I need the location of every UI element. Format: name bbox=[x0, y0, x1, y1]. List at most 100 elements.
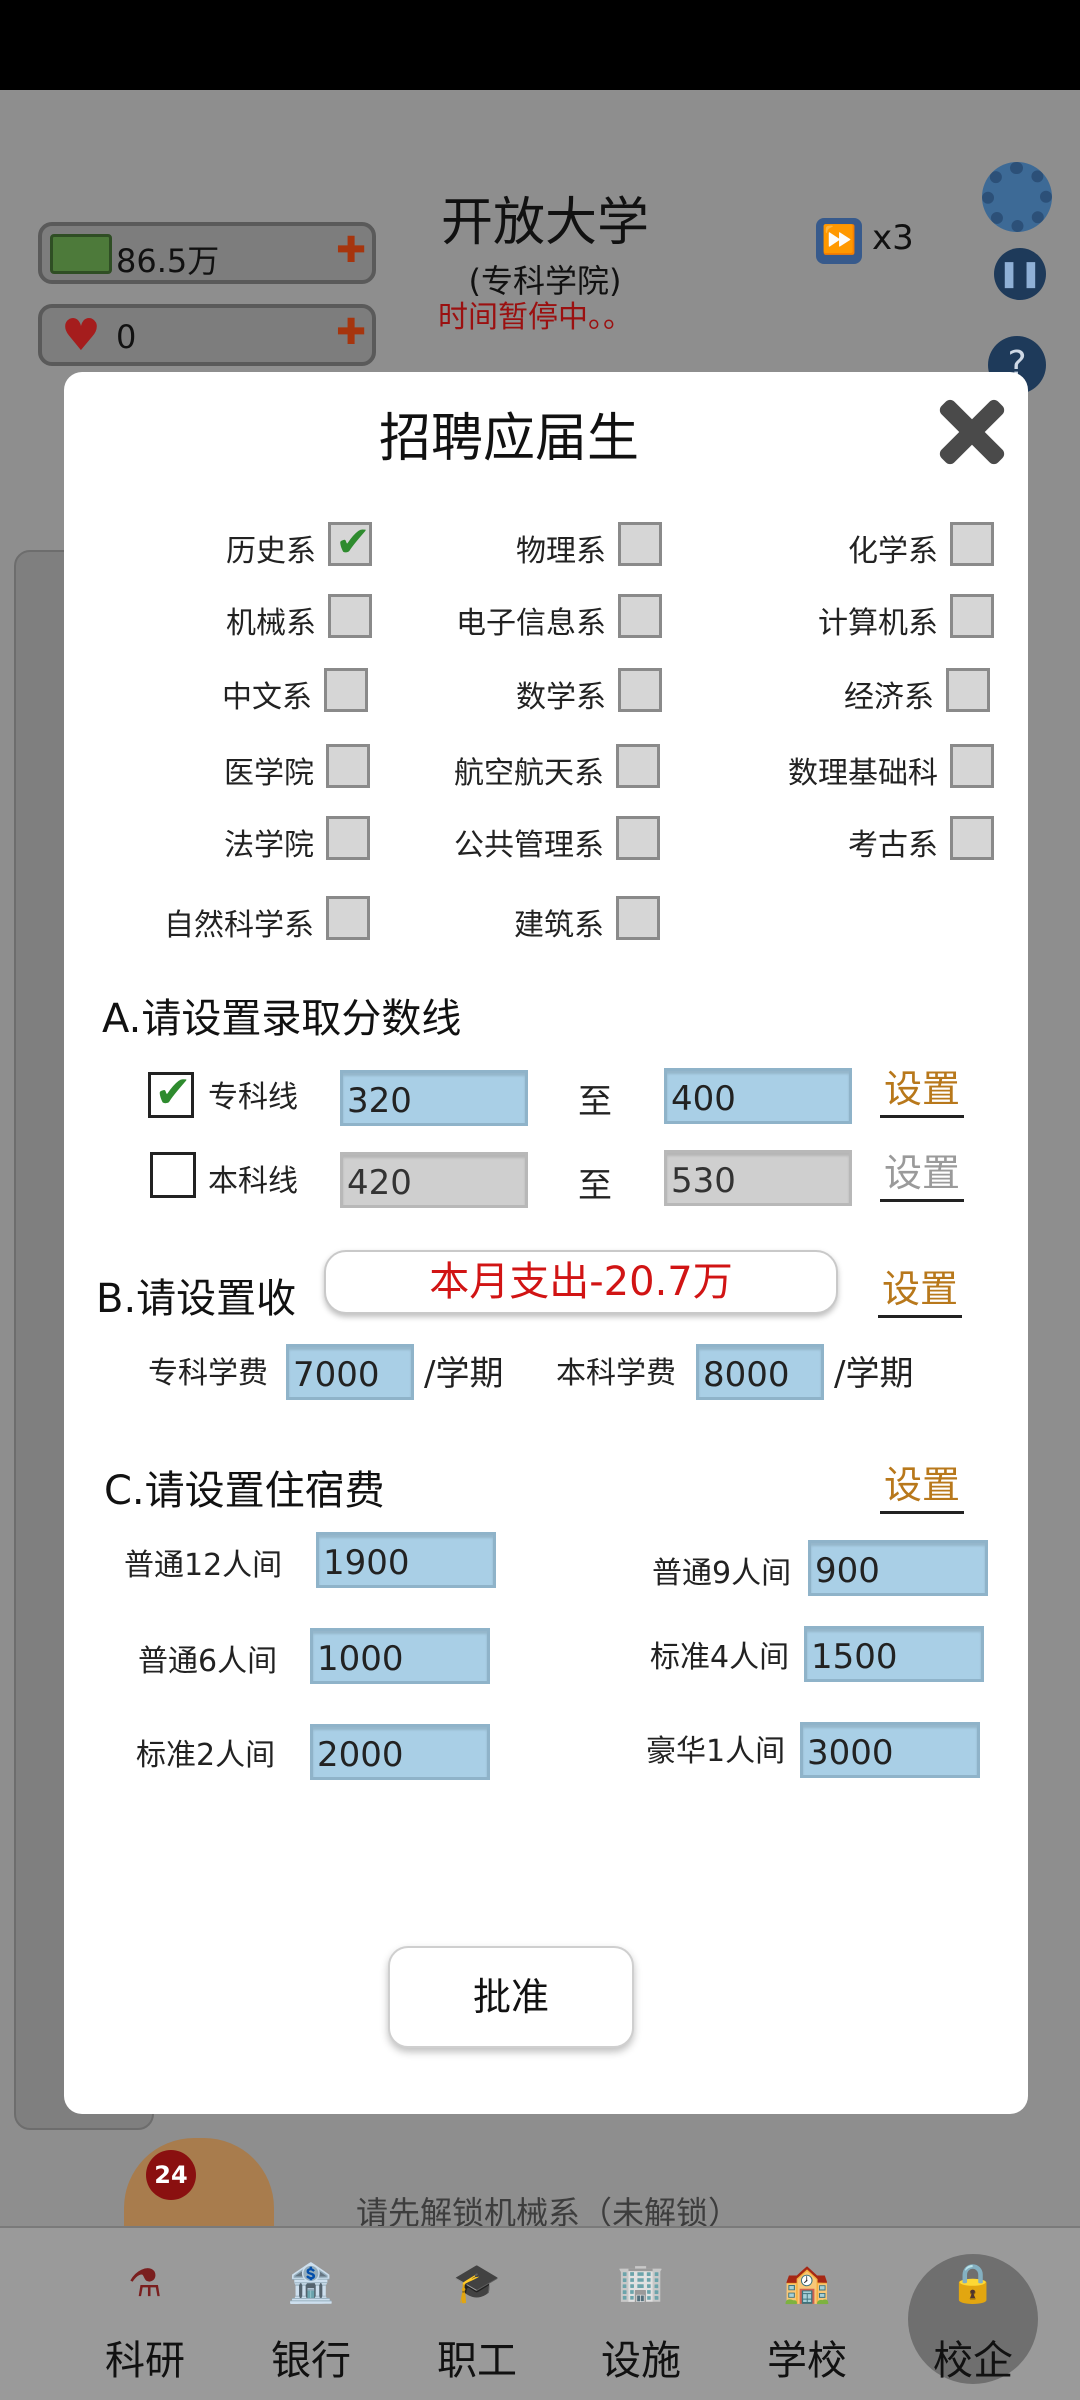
room-2-input[interactable]: 2000 bbox=[310, 1724, 490, 1780]
dept-mechanical[interactable]: 机械系 bbox=[84, 594, 372, 641]
approve-button[interactable]: 批准 bbox=[388, 1946, 634, 2048]
nav-label: 职工 bbox=[437, 2338, 517, 2384]
lab-flask-icon: ⚗ bbox=[127, 2261, 163, 2305]
benke-fee-input[interactable]: 8000 bbox=[696, 1344, 824, 1400]
checkbox[interactable] bbox=[950, 522, 994, 566]
gear-icon[interactable] bbox=[982, 162, 1052, 232]
add-reputation-icon[interactable]: ✚ bbox=[336, 315, 366, 351]
zhuanke-line-label: 专科线 bbox=[208, 1080, 298, 1115]
bottom-nav: ⚗ 科研 🏦 银行 🎓 职工 🏢 设施 🏫 学校 🔒 校企 bbox=[0, 2226, 1080, 2400]
nav-item-research[interactable]: ⚗ 科研 bbox=[70, 2228, 220, 2400]
dept-natural-science[interactable]: 自然科学系 bbox=[64, 896, 370, 943]
checkbox[interactable] bbox=[618, 522, 662, 566]
zhuanke-line-checkbox[interactable] bbox=[148, 1067, 195, 1118]
nav-item-enterprise[interactable]: 🔒 校企 bbox=[898, 2228, 1048, 2400]
checkbox[interactable] bbox=[324, 668, 368, 712]
room-9-input[interactable]: 900 bbox=[808, 1540, 988, 1596]
dept-economics[interactable]: 经济系 bbox=[684, 668, 990, 715]
dept-chinese[interactable]: 中文系 bbox=[84, 668, 368, 715]
checkbox[interactable] bbox=[618, 668, 662, 712]
set-benke-line-button: 设置 bbox=[880, 1142, 965, 1202]
checkbox[interactable] bbox=[950, 594, 994, 638]
dept-history[interactable]: 历史系 bbox=[84, 517, 375, 569]
nav-label: 科研 bbox=[105, 2338, 185, 2384]
lock-icon: 🔒 bbox=[949, 2261, 997, 2305]
checkbox[interactable] bbox=[946, 668, 990, 712]
heart-icon: ♥ bbox=[61, 310, 101, 361]
buildings-icon: 🏢 bbox=[617, 2261, 665, 2305]
section-a-title: A.请设置录取分数线 bbox=[102, 996, 462, 1042]
paused-status: 时间暂停中。。 bbox=[438, 300, 633, 335]
bank-icon: 🏦 bbox=[287, 2261, 335, 2305]
dialog-title: 招聘应届生 bbox=[378, 409, 639, 469]
room-label: 标准4人间 bbox=[650, 1640, 790, 1675]
set-score-line-button[interactable]: 设置 bbox=[880, 1058, 965, 1118]
checkbox[interactable] bbox=[616, 744, 660, 788]
nav-item-staff[interactable]: 🎓 职工 bbox=[402, 2228, 552, 2400]
zhuanke-min-input[interactable]: 320 bbox=[340, 1070, 528, 1126]
room-1-input[interactable]: 3000 bbox=[800, 1722, 980, 1778]
benke-line-label: 本科线 bbox=[208, 1164, 298, 1199]
section-b-title: B.请设置收 bbox=[96, 1276, 297, 1322]
nav-label: 校企 bbox=[933, 2338, 1013, 2384]
checkbox[interactable] bbox=[618, 594, 662, 638]
checkbox[interactable] bbox=[950, 816, 994, 860]
fast-forward-icon[interactable]: ⏩ bbox=[816, 218, 862, 264]
to-label: 至 bbox=[578, 1082, 612, 1122]
recruit-dialog: 招聘应届生 历史系 物理系 化学系 机械系 电子信息系 计算机系 中文系 数学系… bbox=[64, 372, 1028, 2114]
support-badge: 24 bbox=[146, 2150, 196, 2200]
dept-public-admin[interactable]: 公共管理系 bbox=[364, 816, 660, 863]
dept-physics[interactable]: 物理系 bbox=[364, 522, 662, 569]
room-label: 标准2人间 bbox=[136, 1738, 276, 1773]
nav-item-bank[interactable]: 🏦 银行 bbox=[236, 2228, 386, 2400]
dept-architecture[interactable]: 建筑系 bbox=[364, 896, 660, 943]
checkbox[interactable] bbox=[616, 896, 660, 940]
dept-law[interactable]: 法学院 bbox=[84, 816, 370, 863]
nav-item-facilities[interactable]: 🏢 设施 bbox=[566, 2228, 716, 2400]
per-term-label: /学期 bbox=[424, 1354, 504, 1394]
to-label: 至 bbox=[578, 1166, 612, 1206]
section-c-title: C.请设置住宿费 bbox=[104, 1468, 385, 1514]
benke-line-checkbox[interactable] bbox=[150, 1152, 196, 1198]
checkbox[interactable] bbox=[616, 816, 660, 860]
dept-archaeology[interactable]: 考古系 bbox=[684, 816, 994, 863]
speed-label: x3 bbox=[872, 218, 914, 258]
status-bar bbox=[0, 0, 1080, 90]
dept-chemistry[interactable]: 化学系 bbox=[684, 522, 994, 569]
dept-electronics[interactable]: 电子信息系 bbox=[364, 594, 662, 641]
room-label: 普通12人间 bbox=[124, 1548, 283, 1583]
nav-label: 银行 bbox=[271, 2338, 351, 2384]
dept-aerospace[interactable]: 航空航天系 bbox=[364, 744, 660, 791]
zhuanke-max-input[interactable]: 400 bbox=[664, 1068, 852, 1124]
school-icon: 🏫 bbox=[783, 2261, 831, 2305]
money-value: 86.5万 bbox=[116, 242, 220, 280]
room-12-input[interactable]: 1900 bbox=[316, 1532, 496, 1588]
benke-min-input: 420 bbox=[340, 1152, 528, 1208]
room-4-input[interactable]: 1500 bbox=[804, 1626, 984, 1682]
benke-max-input: 530 bbox=[664, 1150, 852, 1206]
nav-item-school[interactable]: 🏫 学校 bbox=[732, 2228, 882, 2400]
add-money-icon[interactable]: ✚ bbox=[336, 233, 366, 269]
reputation-bar: ♥ 0 ✚ bbox=[38, 304, 376, 366]
close-icon[interactable] bbox=[932, 392, 1012, 472]
dept-basic-science[interactable]: 数理基础科 bbox=[684, 744, 994, 791]
reputation-value: 0 bbox=[116, 318, 137, 356]
zhuanke-fee-input[interactable]: 7000 bbox=[286, 1344, 414, 1400]
money-bar: 86.5万 ✚ bbox=[38, 222, 376, 284]
zhuanke-fee-label: 专科学费 bbox=[148, 1356, 268, 1391]
benke-fee-label: 本科学费 bbox=[556, 1356, 676, 1391]
room-label: 豪华1人间 bbox=[646, 1734, 786, 1769]
room-label: 普通9人间 bbox=[652, 1556, 792, 1591]
room-6-input[interactable]: 1000 bbox=[310, 1628, 490, 1684]
pause-icon[interactable]: ❚❚ bbox=[994, 248, 1046, 300]
set-tuition-button[interactable]: 设置 bbox=[878, 1258, 963, 1318]
checkbox[interactable] bbox=[950, 744, 994, 788]
nav-label: 学校 bbox=[767, 2338, 847, 2384]
dept-computer[interactable]: 计算机系 bbox=[684, 594, 994, 641]
dept-medicine[interactable]: 医学院 bbox=[84, 744, 370, 791]
set-dorm-fee-button[interactable]: 设置 bbox=[880, 1454, 965, 1514]
per-term-label: /学期 bbox=[834, 1354, 914, 1394]
dept-math[interactable]: 数学系 bbox=[364, 668, 662, 715]
nav-label: 设施 bbox=[601, 2338, 681, 2384]
expense-toast: 本月支出-20.7万 bbox=[324, 1250, 838, 1314]
